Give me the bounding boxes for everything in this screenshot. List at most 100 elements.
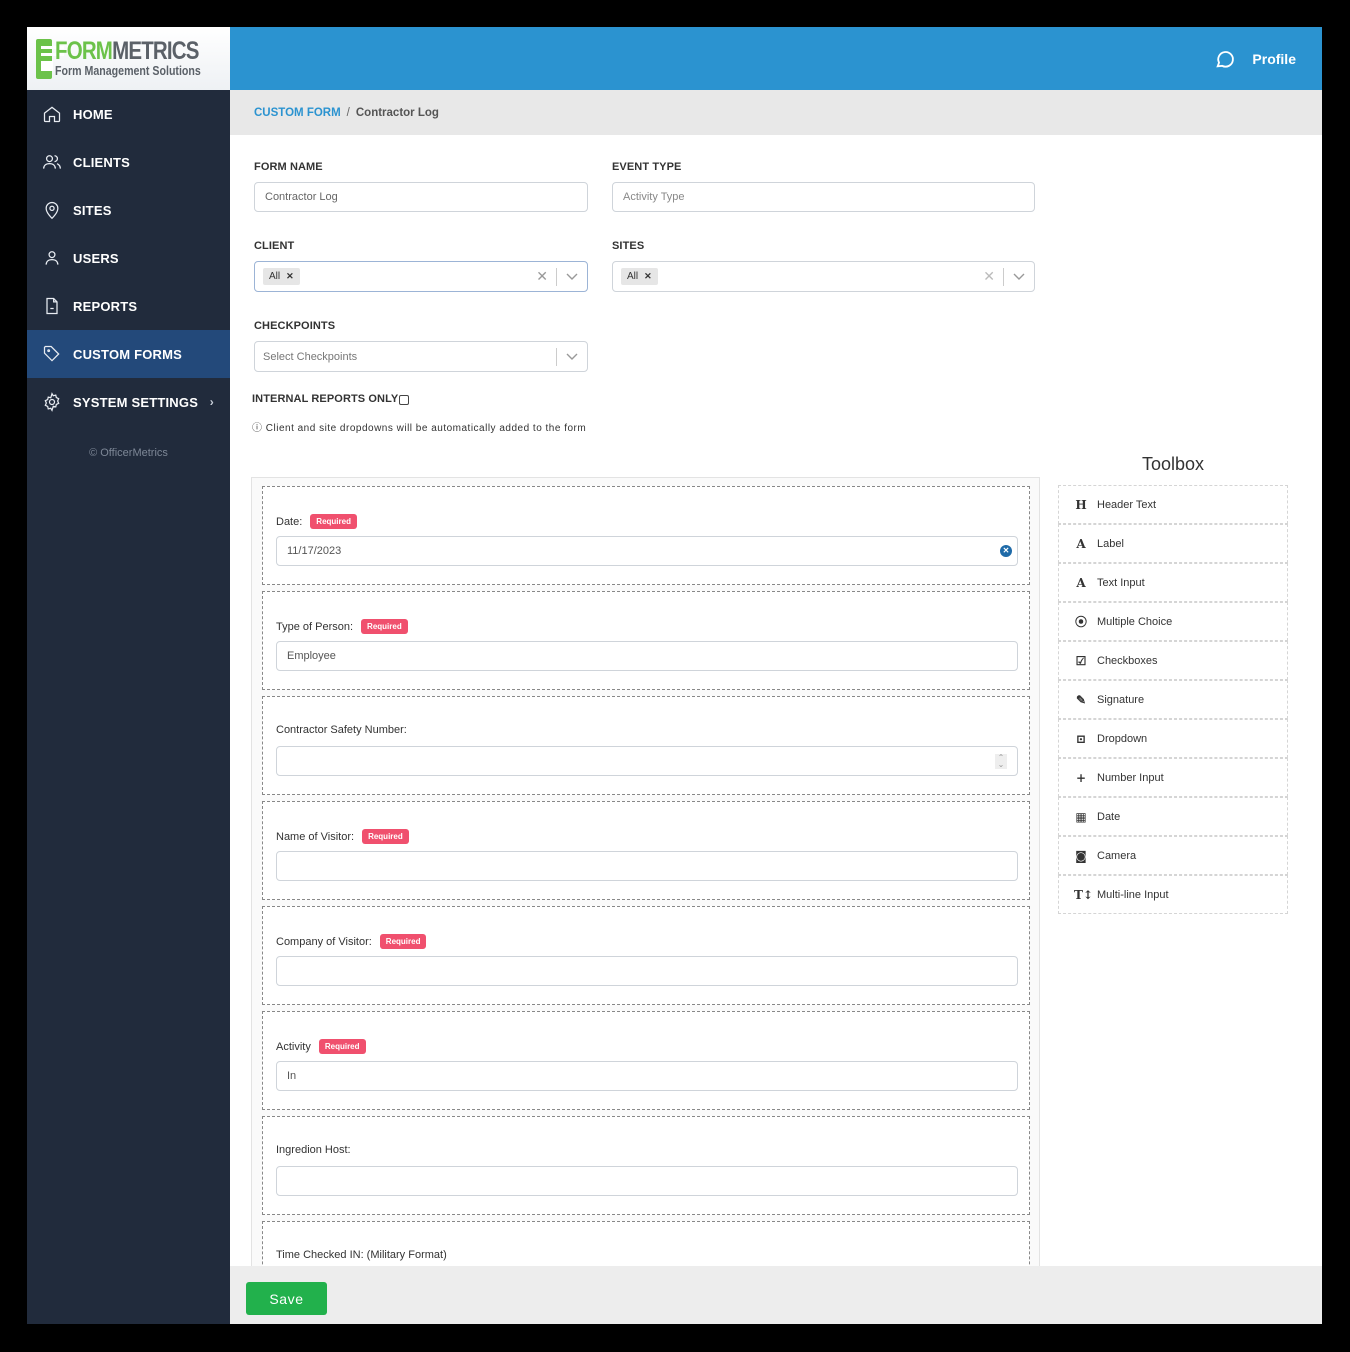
sidebar-item-home[interactable]: HOME <box>27 90 230 138</box>
logo[interactable]: FORMMETRICS Form Management Solutions <box>27 27 230 90</box>
form-field-activity[interactable]: Activity Required In <box>262 1011 1030 1110</box>
tool-number-input[interactable]: + Number Input <box>1058 758 1288 797</box>
chip-remove-icon[interactable]: ✕ <box>644 271 652 282</box>
date-input[interactable]: 11/17/2023 ✕ <box>276 536 1018 566</box>
activity-input[interactable]: In <box>276 1061 1018 1091</box>
tool-label: Signature <box>1097 693 1145 706</box>
name-of-visitor-input[interactable] <box>276 851 1018 881</box>
sidebar-item-label: CUSTOM FORMS <box>73 346 183 362</box>
sidebar-item-sites[interactable]: SITES <box>27 186 230 234</box>
logo-subtitle: Form Management Solutions <box>54 64 201 79</box>
sites-select[interactable]: All ✕ ✕ <box>612 261 1035 292</box>
chat-icon[interactable] <box>1214 48 1236 70</box>
checkpoints-placeholder: Select Checkpoints <box>263 350 358 363</box>
field-label: Contractor Safety Number: <box>276 724 407 736</box>
company-of-visitor-input[interactable] <box>276 956 1018 986</box>
form-field-company-of-visitor[interactable]: Company of Visitor: Required <box>262 906 1030 1005</box>
required-badge: Required <box>318 1039 366 1054</box>
main-content: FORM NAME Contractor Log EVENT TYPE Acti… <box>230 135 1322 1277</box>
event-type-label: EVENT TYPE <box>612 161 682 173</box>
top-header: Profile <box>230 27 1322 90</box>
type-of-person-input[interactable]: Employee <box>276 641 1018 671</box>
breadcrumb: CUSTOM FORM / Contractor Log <box>230 90 1322 135</box>
tool-header-text[interactable]: H Header Text <box>1058 485 1288 524</box>
copyright: © OfficerMetrics <box>89 447 168 459</box>
sidebar-nav: HOME CLIENTS SITES USERS REPORTS CUSTOM … <box>27 90 230 426</box>
checkpoints-select[interactable]: Select Checkpoints <box>254 341 588 372</box>
internal-reports-checkbox[interactable] <box>399 395 409 405</box>
tool-signature[interactable]: ✎ Signature <box>1058 680 1288 719</box>
form-field-type-of-person[interactable]: Type of Person: Required Employee <box>262 591 1030 690</box>
home-icon <box>43 106 61 123</box>
form-name-input[interactable]: Contractor Log <box>254 182 588 212</box>
footer-bar: Save <box>230 1266 1322 1324</box>
tool-multiple-choice[interactable]: ⦿ Multiple Choice <box>1058 602 1288 641</box>
sidebar: FORMMETRICS Form Management Solutions HO… <box>27 27 230 1324</box>
font-icon: A <box>1076 536 1086 551</box>
tool-date[interactable]: ▦ Date <box>1058 797 1288 836</box>
form-field-contractor-safety-number[interactable]: Contractor Safety Number: ⌃ ⌄ <box>262 696 1030 795</box>
chevron-down-icon[interactable] <box>557 273 587 281</box>
sidebar-item-reports[interactable]: REPORTS <box>27 282 230 330</box>
users-icon <box>43 155 61 169</box>
sidebar-item-label: SYSTEM SETTINGS <box>73 394 199 410</box>
tool-label: Dropdown <box>1097 732 1148 745</box>
form-field-ingredion-host[interactable]: Ingredion Host: <box>262 1116 1030 1215</box>
sidebar-item-clients[interactable]: CLIENTS <box>27 138 230 186</box>
sites-chip: All ✕ <box>621 268 658 285</box>
chevron-down-icon[interactable] <box>1004 273 1034 281</box>
chevron-down-icon[interactable] <box>557 353 587 361</box>
chip-label: All <box>627 271 639 282</box>
sidebar-item-custom-forms[interactable]: CUSTOM FORMS <box>27 330 230 378</box>
client-chip: All ✕ <box>263 268 300 285</box>
checkpoints-label: CHECKPOINTS <box>254 320 336 332</box>
sidebar-item-label: CLIENTS <box>73 154 131 170</box>
ingredion-host-input[interactable] <box>276 1166 1018 1196</box>
field-label: Name of Visitor: Required <box>276 829 409 844</box>
tool-camera[interactable]: ◙ Camera <box>1058 836 1288 875</box>
tool-label[interactable]: A Label <box>1058 524 1288 563</box>
form-field-name-of-visitor[interactable]: Name of Visitor: Required <box>262 801 1030 900</box>
chevron-right-icon: › <box>209 395 214 409</box>
tool-label: Multiple Choice <box>1097 615 1173 628</box>
field-label: Time Checked IN: (Military Format) <box>276 1249 447 1261</box>
contractor-safety-number-input[interactable]: ⌃ ⌄ <box>276 746 1018 776</box>
number-spinner-icon[interactable]: ⌃ ⌄ <box>995 754 1007 769</box>
save-button[interactable]: Save <box>246 1282 327 1315</box>
user-icon <box>45 251 59 265</box>
map-pin-icon <box>45 201 59 220</box>
field-label: Date: Required <box>276 514 357 529</box>
tool-dropdown[interactable]: ⊡ Dropdown <box>1058 719 1288 758</box>
chip-remove-icon[interactable]: ✕ <box>286 271 294 282</box>
tag-icon <box>43 345 60 362</box>
tool-label: Header Text <box>1097 498 1157 511</box>
camera-icon: ◙ <box>1075 848 1087 863</box>
app-window: FORMMETRICS Form Management Solutions HO… <box>27 27 1322 1324</box>
logo-mark-icon <box>36 38 64 79</box>
field-label: Activity Required <box>276 1039 366 1054</box>
clear-date-icon[interactable]: ✕ <box>1000 545 1012 557</box>
clear-icon[interactable]: ✕ <box>975 268 1003 285</box>
calendar-icon: ▦ <box>1075 809 1087 824</box>
field-label: Type of Person: Required <box>276 619 408 634</box>
font-icon: A <box>1076 575 1086 590</box>
checkbox-icon: ☑ <box>1075 653 1087 668</box>
plus-icon: + <box>1075 770 1087 785</box>
event-type-input[interactable]: Activity Type <box>612 182 1035 212</box>
client-select[interactable]: All ✕ ✕ <box>254 261 588 292</box>
signature-icon: ✎ <box>1075 692 1087 707</box>
clear-icon[interactable]: ✕ <box>528 268 556 285</box>
sidebar-item-users[interactable]: USERS <box>27 234 230 282</box>
breadcrumb-parent-link[interactable]: CUSTOM FORM <box>254 107 341 119</box>
tool-multi-line-input[interactable]: T↕ Multi-line Input <box>1058 875 1288 914</box>
tool-label: Camera <box>1097 849 1137 862</box>
profile-link[interactable]: Profile <box>1252 51 1296 67</box>
sidebar-item-system-settings[interactable]: SYSTEM SETTINGS › <box>27 378 230 426</box>
form-field-date[interactable]: Date: Required 11/17/2023 ✕ <box>262 486 1030 585</box>
toolbox: H Header Text A Label A Text Input ⦿ Multipl… <box>1058 485 1288 914</box>
tool-label: Checkboxes <box>1097 654 1158 667</box>
sidebar-item-label: HOME <box>73 106 113 122</box>
tool-text-input[interactable]: A Text Input <box>1058 563 1288 602</box>
tool-checkboxes[interactable]: ☑ Checkboxes <box>1058 641 1288 680</box>
client-label: CLIENT <box>254 240 295 252</box>
